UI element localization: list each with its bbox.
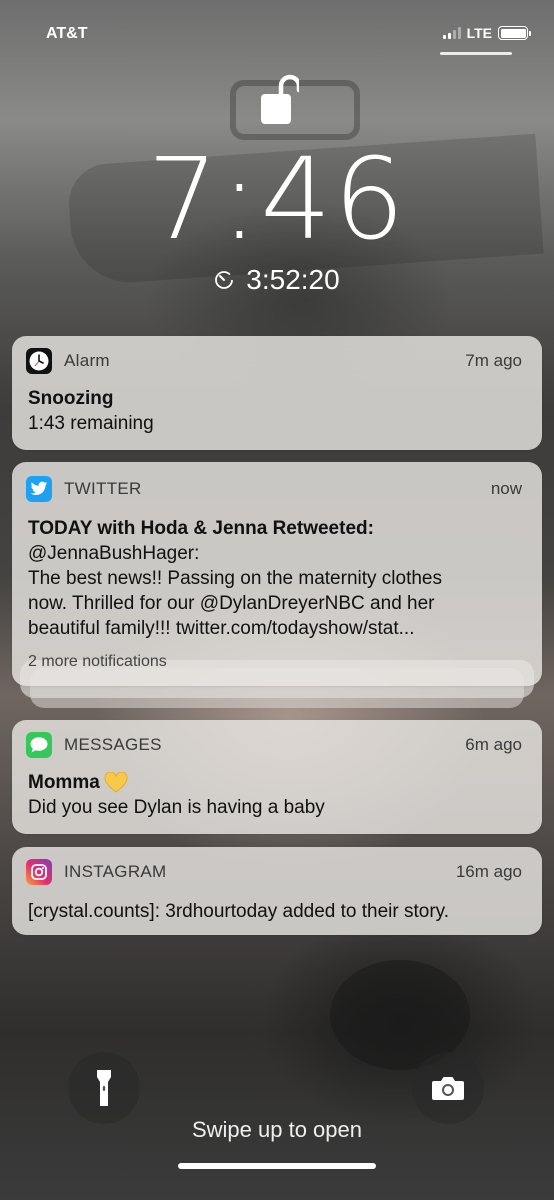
swipe-up-hint: Swipe up to open	[191, 1117, 363, 1142]
notification-text: [crystal.counts]: 3rdhourtoday added to …	[28, 901, 450, 922]
notification-text-line: beautiful family!!! twitter.com/todaysho…	[28, 618, 415, 639]
yellow-heart-icon	[104, 771, 128, 793]
timer-countdown: 3:52:20	[246, 264, 340, 295]
timer-row: 3:52:20	[0, 264, 554, 296]
app-name: MESSAGES	[64, 735, 162, 754]
notification-alarm[interactable]: Alarm 7m ago Snoozing 1:43 remaining	[12, 336, 542, 450]
notification-twitter[interactable]: TWITTER now TODAY with Hoda & Jenna Retw…	[12, 462, 542, 686]
status-bar: AT&T LTE	[0, 0, 554, 60]
app-name: INSTAGRAM	[64, 862, 167, 881]
notification-header: TWITTER now	[12, 462, 542, 516]
carrier-label: AT&T	[46, 25, 88, 42]
notification-time: 6m ago	[465, 735, 522, 754]
app-name: TWITTER	[64, 479, 142, 498]
notification-header: Alarm 7m ago	[12, 336, 542, 386]
notification-text-line: now. Thrilled for our @DylanDreyerNBC an…	[28, 593, 435, 614]
app-name: Alarm	[64, 351, 110, 370]
notification-messages[interactable]: MESSAGES 6m ago Momma Did you see Dylan …	[12, 720, 542, 834]
battery-level-fill	[500, 28, 526, 38]
notification-text: 1:43 remaining	[28, 413, 154, 434]
flashlight-button[interactable]	[68, 1052, 140, 1124]
twitter-bird-icon	[26, 476, 52, 502]
message-bubble-icon	[26, 732, 52, 758]
notification-instagram[interactable]: INSTAGRAM 16m ago [crystal.counts]: 3rdh…	[12, 847, 542, 935]
control-center-indicator[interactable]	[440, 52, 512, 55]
network-type-label: LTE	[466, 25, 492, 41]
timer-icon	[215, 271, 234, 289]
notification-header: INSTAGRAM 16m ago	[12, 847, 542, 897]
status-indicators: LTE	[442, 25, 531, 41]
flashlight-icon	[97, 1070, 111, 1106]
notification-title: TODAY with Hoda & Jenna Retweeted:	[28, 518, 374, 539]
instagram-camera-icon	[26, 859, 52, 885]
notification-title: Snoozing	[28, 388, 114, 409]
camera-icon	[432, 1077, 464, 1100]
home-indicator[interactable]	[178, 1163, 376, 1169]
notification-time: 7m ago	[465, 351, 522, 370]
notification-text: Did you see Dylan is having a baby	[28, 797, 325, 818]
notification-time: now	[490, 479, 522, 498]
unlocked-padlock-icon	[261, 74, 299, 124]
clock-icon	[26, 348, 52, 374]
signal-strength-icon	[442, 27, 461, 39]
camera-button[interactable]	[412, 1052, 484, 1124]
notification-text-line: @JennaBushHager:	[28, 543, 200, 564]
lock-screen-time: 7:46	[147, 135, 407, 265]
more-notifications-label[interactable]: 2 more notifications	[28, 653, 526, 671]
notification-text-line: The best news!! Passing on the maternity…	[28, 568, 442, 589]
notification-header: MESSAGES 6m ago	[12, 720, 542, 770]
battery-icon	[498, 26, 531, 40]
notification-time: 16m ago	[455, 862, 522, 881]
notification-title: Momma	[28, 772, 100, 793]
